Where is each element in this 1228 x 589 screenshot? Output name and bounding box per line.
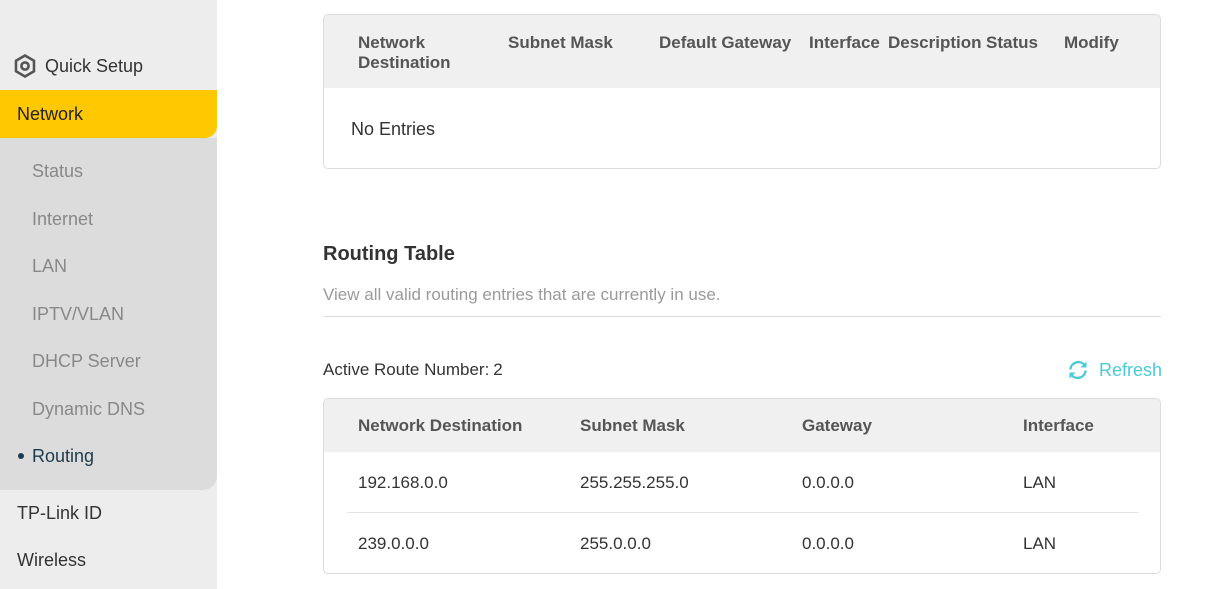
sidebar-item-label: Internet (32, 208, 94, 229)
cell-gateway: 0.0.0.0 (802, 534, 854, 553)
column-header: Interface (1023, 416, 1094, 435)
table-header: Network Destination Subnet Mask Default … (324, 15, 1160, 88)
empty-message: No Entries (351, 119, 436, 139)
gear-icon (13, 54, 37, 78)
section-title: Routing Table (323, 243, 455, 265)
nav-quick-setup[interactable]: Quick Setup (0, 42, 217, 90)
active-route-label: Active Route Number: (323, 360, 490, 379)
divider (323, 316, 1161, 317)
column-header: Network Destination (358, 416, 523, 435)
cell-interface: LAN (1023, 473, 1057, 492)
refresh-label: Refresh (1099, 359, 1163, 380)
cell-destination: 239.0.0.0 (358, 534, 429, 553)
nav-quick-setup-label: Quick Setup (45, 55, 144, 76)
refresh-button[interactable]: Refresh (1066, 357, 1162, 383)
refresh-icon (1066, 358, 1090, 382)
column-header: Subnet Mask (580, 416, 685, 435)
column-header: Status (986, 33, 1038, 52)
nav-tplink-id-label: TP-Link ID (17, 502, 103, 523)
sidebar: Quick Setup Network Status Internet LAN … (0, 0, 217, 589)
cell-interface: LAN (1023, 534, 1057, 553)
column-header: Description (888, 33, 982, 52)
row-divider (347, 512, 1139, 513)
sidebar-item-label: IPTV/VLAN (32, 303, 125, 324)
table-header: Network Destination Subnet Mask Gateway … (324, 399, 1160, 452)
active-dot-icon (18, 453, 24, 459)
column-header: Gateway (802, 416, 872, 435)
sidebar-item-label: Status (32, 160, 84, 181)
sidebar-item-iptv-vlan[interactable]: IPTV/VLAN (0, 292, 217, 336)
network-submenu: Status Internet LAN IPTV/VLAN DHCP Serve… (0, 138, 217, 490)
section-description: View all valid routing entries that are … (323, 285, 721, 304)
cell-destination: 192.168.0.0 (358, 473, 448, 492)
sidebar-item-routing[interactable]: Routing (0, 434, 217, 478)
column-header: Network Destination (358, 33, 451, 72)
routing-table: Network Destination Subnet Mask Gateway … (323, 398, 1161, 574)
sidebar-item-internet[interactable]: Internet (0, 197, 217, 241)
sidebar-item-dynamic-dns[interactable]: Dynamic DNS (0, 387, 217, 431)
nav-tplink-id[interactable]: TP-Link ID (0, 491, 217, 535)
sidebar-item-label: DHCP Server (32, 350, 141, 371)
sidebar-item-label: Routing (32, 445, 95, 466)
active-route-count: 2 (493, 360, 503, 379)
nav-wireless[interactable]: Wireless (0, 538, 217, 582)
nav-wireless-label: Wireless (17, 549, 87, 570)
active-route-number: Active Route Number: 2 (323, 360, 503, 380)
sidebar-item-lan[interactable]: LAN (0, 244, 217, 288)
cell-subnet-mask: 255.255.255.0 (580, 473, 689, 492)
sidebar-item-status[interactable]: Status (0, 149, 217, 193)
column-header: Interface (809, 33, 880, 52)
cell-subnet-mask: 255.0.0.0 (580, 534, 651, 553)
sidebar-item-dhcp-server[interactable]: DHCP Server (0, 339, 217, 383)
column-header: Modify (1064, 33, 1119, 52)
nav-network[interactable]: Network (0, 90, 217, 138)
cell-gateway: 0.0.0.0 (802, 473, 854, 492)
static-routing-table: Network Destination Subnet Mask Default … (323, 14, 1161, 169)
column-header: Default Gateway (659, 33, 792, 52)
sidebar-item-label: LAN (32, 255, 68, 276)
nav-network-label: Network (17, 103, 84, 124)
sidebar-item-label: Dynamic DNS (32, 398, 146, 419)
column-header: Subnet Mask (508, 33, 613, 52)
